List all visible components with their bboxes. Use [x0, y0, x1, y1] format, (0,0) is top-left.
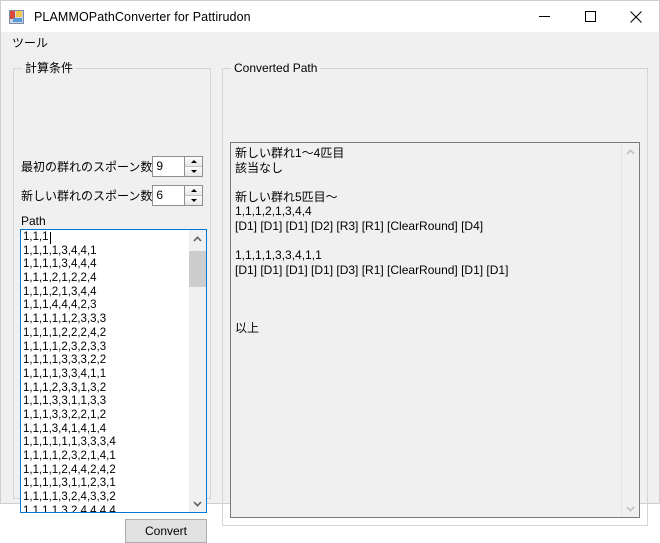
converted-path-line	[235, 234, 621, 249]
window-controls	[521, 1, 659, 32]
new-herd-spawn-down-button[interactable]	[185, 196, 202, 205]
triangle-down-icon	[190, 199, 197, 202]
new-herd-spawn-stepper[interactable]: 6	[152, 185, 203, 206]
first-herd-spawn-label: 最初の群れのスポーン数	[21, 160, 153, 174]
converted-path-scrollbar[interactable]	[621, 143, 639, 517]
path-list-item[interactable]: 1,1,1,1,2,3,2,1,4,1	[23, 450, 189, 464]
new-herd-spawn-row: 新しい群れのスポーン数 6	[21, 185, 203, 206]
path-list-item[interactable]: 1,1,1,3,3,2,2,1,2	[23, 409, 189, 423]
converted-path-line	[235, 277, 621, 292]
converted-path-line	[235, 307, 621, 322]
path-listbox[interactable]: 1,1,1 1,1,1,1,3,4,4,1 1,1,1,1,3,4,4,4 1,1,1…	[20, 229, 207, 513]
path-list-item[interactable]: 1,1,1,1,3,3,3,2,2	[23, 354, 189, 368]
converted-path-line: 新しい群れ1〜4匹目	[235, 146, 345, 160]
path-list-item[interactable]: 1,1,1	[23, 231, 189, 245]
first-herd-spawn-buttons	[184, 157, 202, 176]
minimize-icon	[538, 16, 550, 17]
path-list-item[interactable]: 1,1,1,2,1,2,2,4	[23, 272, 189, 286]
path-list-item[interactable]: 1,1,1,1,3,4,4,1	[23, 245, 189, 259]
path-list-item[interactable]: 1,1,1,1,3,1,1,2,3,1	[23, 477, 189, 491]
path-list-item[interactable]: 1,1,1,1,1,1,3,3,3,4	[23, 436, 189, 450]
converted-path-line	[235, 175, 621, 190]
path-scroll-track[interactable]	[189, 247, 206, 495]
new-herd-spawn-label: 新しい群れのスポーン数	[21, 189, 153, 203]
window-title: PLAMMOPathConverter for Pattirudon	[34, 9, 251, 24]
path-list-item[interactable]: 1,1,1,1,3,2,4,4,4,4	[23, 505, 189, 512]
app-window-icon	[9, 9, 25, 25]
path-scroll-thumb[interactable]	[189, 251, 206, 287]
title-bar: PLAMMOPathConverter for Pattirudon	[1, 1, 659, 32]
path-list-item[interactable]: 1,1,1,1,2,2,2,4,2	[23, 327, 189, 341]
client-area: 計算条件 最初の群れのスポーン数 9 新しい群れのスポーン数 6 Path 1,…	[1, 54, 659, 543]
path-list-item[interactable]: 1,1,1,1,3,4,4,4	[23, 258, 189, 272]
converted-path-line: [D1] [D1] [D1] [D1] [D3] [R1] [ClearRoun…	[235, 262, 509, 277]
first-herd-spawn-stepper[interactable]: 9	[152, 156, 203, 177]
first-herd-spawn-row: 最初の群れのスポーン数 9	[21, 156, 203, 177]
path-list-item[interactable]: 1,1,1,2,3,3,1,3,2	[23, 382, 189, 396]
converted-path-line: 新しい群れ5匹目〜	[235, 189, 338, 204]
converted-path-content[interactable]: 新しい群れ1〜4匹目 該当なし 新しい群れ5匹目〜 1,1,1,2,1,3,4,4[…	[231, 143, 621, 517]
maximize-button[interactable]	[567, 1, 613, 32]
converted-path-textbox[interactable]: 新しい群れ1〜4匹目 該当なし 新しい群れ5匹目〜 1,1,1,2,1,3,4,4[…	[230, 142, 640, 518]
path-list-item[interactable]: 1,1,1,1,1,2,3,3,3	[23, 313, 189, 327]
path-listbox-items[interactable]: 1,1,1 1,1,1,1,3,4,4,1 1,1,1,1,3,4,4,4 1,1,1…	[21, 230, 189, 512]
convert-button[interactable]: Convert	[125, 519, 207, 543]
close-icon	[630, 10, 642, 23]
converted-path-line: 1,1,1,2,1,3,4,4	[235, 204, 312, 219]
first-herd-spawn-value[interactable]: 9	[153, 157, 184, 176]
menu-bar: ツール	[1, 32, 659, 54]
application-window: PLAMMOPathConverter for Pattirudon ツール 計…	[0, 0, 660, 543]
first-herd-spawn-up-button[interactable]	[185, 157, 202, 167]
path-list-item[interactable]: 1,1,1,2,1,3,4,4	[23, 286, 189, 300]
minimize-button[interactable]	[521, 1, 567, 32]
triangle-down-icon	[190, 170, 197, 173]
close-button[interactable]	[613, 1, 659, 32]
path-list-item[interactable]: 1,1,1,1,2,3,2,3,3	[23, 341, 189, 355]
path-list-item[interactable]: 1,1,1,3,4,1,4,1,4	[23, 423, 189, 437]
path-list-item[interactable]: 1,1,1,1,3,2,4,3,3,2	[23, 491, 189, 505]
new-herd-spawn-value[interactable]: 6	[153, 186, 184, 205]
path-list-item[interactable]: 1,1,1,3,3,1,1,3,3	[23, 395, 189, 409]
path-scroll-up-button[interactable]	[189, 230, 206, 247]
path-list-item[interactable]: 1,1,1,1,2,4,4,2,4,2	[23, 464, 189, 478]
chevron-up-icon	[626, 148, 635, 155]
converted-path-line: [D1] [D1] [D1] [D2] [R3] [R1] [ClearRoun…	[235, 218, 484, 233]
triangle-up-icon	[190, 160, 197, 163]
maximize-icon	[584, 11, 596, 22]
path-list-item[interactable]: 1,1,1,4,4,4,2,3	[23, 299, 189, 313]
first-herd-spawn-down-button[interactable]	[185, 167, 202, 176]
converted-path-line: 該当なし	[235, 160, 284, 175]
path-label: Path	[21, 214, 46, 228]
path-list-item[interactable]: 1,1,1,1,3,3,4,1,1	[23, 368, 189, 382]
converted-path-line: 1,1,1,1,3,3,4,1,1	[235, 248, 322, 263]
converted-path-groupbox-title: Converted Path	[231, 61, 321, 75]
triangle-up-icon	[190, 189, 197, 192]
converted-path-line	[235, 292, 621, 307]
chevron-down-icon	[626, 505, 635, 512]
conditions-groupbox-title: 計算条件	[22, 61, 77, 75]
menu-item-tools[interactable]: ツール	[5, 34, 55, 53]
converted-path-line: 以上	[235, 321, 260, 336]
path-listbox-scrollbar[interactable]	[189, 230, 206, 512]
new-herd-spawn-buttons	[184, 186, 202, 205]
converted-scroll-down-button[interactable]	[622, 500, 639, 517]
new-herd-spawn-up-button[interactable]	[185, 186, 202, 196]
converted-scroll-up-button[interactable]	[622, 143, 639, 160]
chevron-up-icon	[193, 235, 202, 242]
